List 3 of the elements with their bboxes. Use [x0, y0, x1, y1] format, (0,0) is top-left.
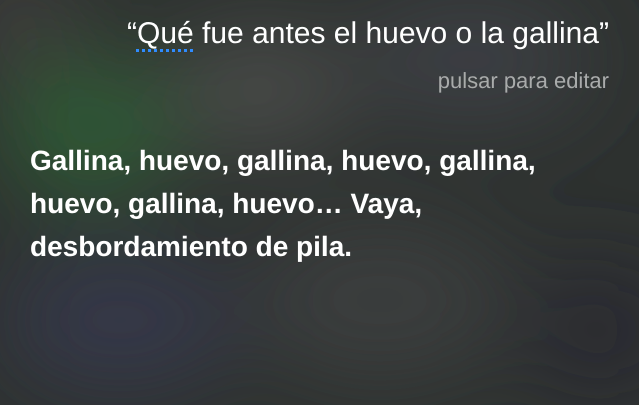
- edit-hint[interactable]: pulsar para editar: [438, 64, 609, 97]
- query-text[interactable]: “Qué fue antes el huevo o la gallina”: [109, 10, 609, 58]
- answer-text: Gallina, huevo, gallina, huevo, gallina, huevo, gallina, huevo… Vaya, desbordamiento de pila.: [30, 144, 537, 264]
